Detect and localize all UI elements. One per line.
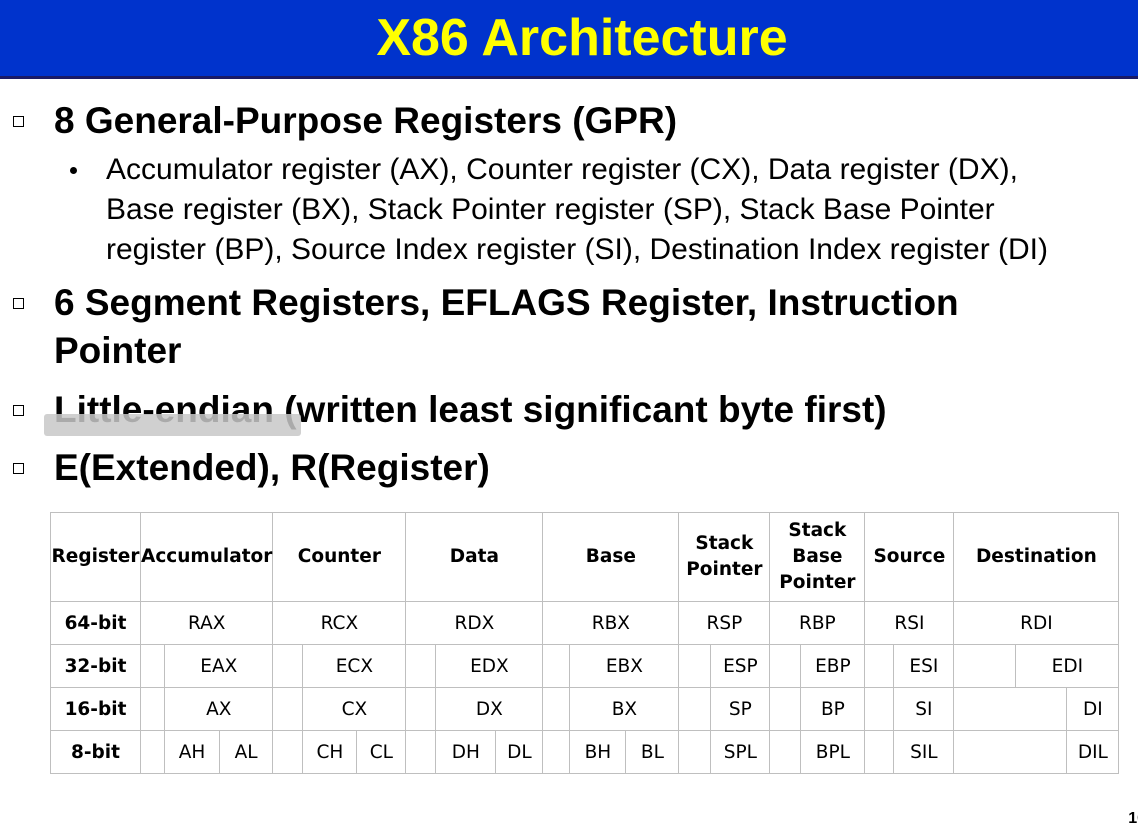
empty-cell (769, 730, 802, 774)
empty-cell (139, 687, 166, 731)
empty-cell (769, 687, 802, 731)
empty-cell (769, 644, 802, 688)
header-data: Data (405, 512, 544, 602)
table-row: 8-bit AH AL CH CL DH DL BH BL SPL BPL SI… (50, 730, 1120, 774)
empty-cell (864, 687, 895, 731)
register-table: Register Accumulator Counter Data Base S… (50, 512, 1120, 774)
cell-rbp: RBP (769, 601, 866, 645)
text-highlight-mark (44, 414, 301, 436)
empty-cell (953, 687, 1068, 731)
cell-ax: AX (164, 687, 274, 731)
header-destination: Destination (953, 512, 1120, 602)
empty-cell (405, 687, 437, 731)
cell-bp: BP (800, 687, 866, 731)
gpr-detail-line-1: Accumulator register (AX), Counter regis… (106, 153, 1018, 186)
cell-ah: AH (164, 730, 220, 774)
cell-rcx: RCX (272, 601, 407, 645)
empty-cell (542, 687, 571, 731)
table-row: 64-bit RAX RCX RDX RBX RSP RBP RSI RDI (50, 601, 1120, 645)
cell-edx: EDX (435, 644, 544, 688)
cell-esp: ESP (710, 644, 771, 688)
cell-bl: BL (625, 730, 680, 774)
cell-dh: DH (435, 730, 497, 774)
square-bullet-icon (13, 405, 24, 416)
row-label: 16-bit (50, 687, 141, 731)
bullet-heading-gpr: 8 General-Purpose Registers (GPR) (54, 100, 678, 141)
header-counter: Counter (272, 512, 407, 602)
cell-dl: DL (495, 730, 544, 774)
gpr-detail-line-3: register (BP), Source Index register (SI… (106, 233, 1049, 266)
empty-cell (864, 730, 895, 774)
empty-cell (678, 687, 712, 731)
empty-cell (405, 730, 437, 774)
cell-bh: BH (569, 730, 627, 774)
table-row: 32-bit EAX ECX EDX EBX ESP EBP ESI EDI (50, 644, 1120, 688)
cell-esi: ESI (893, 644, 955, 688)
empty-cell (139, 730, 166, 774)
empty-cell (953, 644, 1017, 688)
empty-cell (542, 730, 571, 774)
round-bullet-icon (70, 167, 77, 174)
page-number: 16 (1128, 810, 1138, 827)
cell-edi: EDI (1015, 644, 1120, 688)
bullet-heading-extended: E(Extended), R(Register) (54, 447, 490, 488)
cell-rsi: RSI (864, 601, 955, 645)
cell-spl: SPL (710, 730, 771, 774)
empty-cell (953, 730, 1068, 774)
empty-cell (405, 644, 437, 688)
table-header-row: Register Accumulator Counter Data Base S… (50, 512, 1120, 602)
cell-di: DI (1066, 687, 1120, 731)
cell-dx: DX (435, 687, 544, 731)
cell-cx: CX (302, 687, 407, 731)
cell-eax: EAX (164, 644, 274, 688)
cell-ch: CH (302, 730, 358, 774)
cell-ebx: EBX (569, 644, 680, 688)
cell-cl: CL (356, 730, 407, 774)
cell-si: SI (893, 687, 955, 731)
gpr-detail-line-2: Base register (BX), Stack Pointer regist… (106, 193, 995, 226)
cell-rbx: RBX (542, 601, 680, 645)
cell-rdi: RDI (953, 601, 1120, 645)
title-underline (0, 76, 1138, 79)
cell-sil: SIL (893, 730, 955, 774)
header-stack-pointer: Stack Pointer (678, 512, 771, 602)
cell-rdx: RDX (405, 601, 544, 645)
empty-cell (542, 644, 571, 688)
cell-bpl: BPL (800, 730, 866, 774)
cell-sp: SP (710, 687, 771, 731)
square-bullet-icon (13, 463, 24, 474)
cell-ebp: EBP (800, 644, 866, 688)
square-bullet-icon (13, 298, 24, 309)
header-accumulator: Accumulator (139, 512, 274, 602)
header-source: Source (864, 512, 955, 602)
cell-ecx: ECX (302, 644, 407, 688)
slide-title: X86 Architecture (376, 9, 788, 67)
empty-cell (678, 644, 712, 688)
square-bullet-icon (13, 116, 24, 127)
empty-cell (139, 644, 166, 688)
row-label: 8-bit (50, 730, 141, 774)
empty-cell (678, 730, 712, 774)
empty-cell (272, 644, 304, 688)
header-base: Base (542, 512, 680, 602)
bullet-heading-segment-cont: Pointer (54, 330, 182, 371)
cell-rsp: RSP (678, 601, 771, 645)
header-register: Register (50, 512, 141, 602)
row-label: 64-bit (50, 601, 141, 645)
empty-cell (272, 687, 304, 731)
bullet-heading-segment: 6 Segment Registers, EFLAGS Register, In… (54, 282, 959, 323)
empty-cell (272, 730, 304, 774)
row-label: 32-bit (50, 644, 141, 688)
empty-cell (864, 644, 895, 688)
cell-bx: BX (569, 687, 680, 731)
cell-al: AL (218, 730, 274, 774)
cell-dil: DIL (1066, 730, 1120, 774)
table-row: 16-bit AX CX DX BX SP BP SI DI (50, 687, 1120, 731)
cell-rax: RAX (139, 601, 274, 645)
header-stack-base-pointer: Stack Base Pointer (769, 512, 866, 602)
